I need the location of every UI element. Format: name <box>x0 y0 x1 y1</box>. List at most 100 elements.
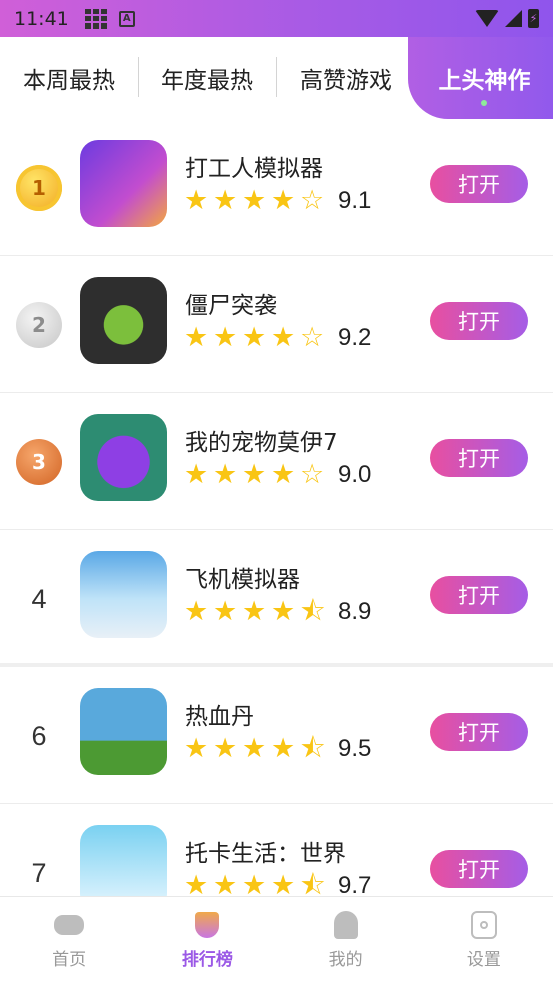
tab-top-liked[interactable]: 高赞游戏 <box>276 37 416 119</box>
game-name[interactable]: 打工人模拟器 <box>185 149 323 183</box>
open-game-button[interactable]: 打开 <box>430 576 528 614</box>
bronze-medal-icon: 3 <box>16 439 62 485</box>
star-full-icon: ★ <box>213 459 238 490</box>
rating-score: 9.1 <box>338 187 372 214</box>
game-name[interactable]: 飞机模拟器 <box>185 560 300 594</box>
ghost-icon <box>331 911 361 939</box>
open-game-button[interactable]: 打开 <box>430 302 528 340</box>
rank-indicator: 4 <box>14 574 64 624</box>
star-rating: ★ ★ ★ ★ ⯪ <box>184 870 326 901</box>
gamepad-icon <box>54 911 85 939</box>
star-full-icon: ★ <box>213 322 238 353</box>
star-empty-icon: ☆ <box>300 322 325 353</box>
game-name[interactable]: 我的宠物莫伊7 <box>185 423 338 457</box>
star-full-icon: ★ <box>184 322 209 353</box>
nav-label: 设置 <box>466 950 501 970</box>
rating-score: 9.5 <box>338 735 372 762</box>
nav-label: 排行榜 <box>181 950 233 970</box>
game-row[interactable]: 2 僵尸突袭 ★ ★ ★ ★ ☆ 9.2 打开 <box>0 256 553 393</box>
status-right: ⚡ <box>475 9 539 28</box>
star-empty-icon: ☆ <box>300 185 325 216</box>
status-bar: 11:41 A ⚡ <box>0 0 553 37</box>
game-icon-airplane[interactable] <box>80 551 167 638</box>
star-full-icon: ★ <box>213 733 238 764</box>
rank-indicator: 1 <box>14 163 64 213</box>
rank-number: 7 <box>31 857 47 888</box>
game-name[interactable]: 托卡生活：世界 <box>185 834 346 868</box>
a-badge-icon: A <box>118 10 135 27</box>
star-full-icon: ★ <box>184 870 209 901</box>
rank-indicator: 3 <box>14 437 64 487</box>
ranking-tabs: 本周最热 年度最热 高赞游戏 上头神作 <box>0 37 553 119</box>
grid-icon <box>84 8 107 29</box>
tab-weekly-hot[interactable]: 本周最热 <box>0 37 138 119</box>
star-rating: ★ ★ ★ ★ ⯪ <box>184 596 326 627</box>
settings-icon <box>469 911 499 939</box>
star-full-icon: ★ <box>184 596 209 627</box>
tab-yearly-hot[interactable]: 年度最热 <box>138 37 276 119</box>
star-full-icon: ★ <box>242 733 267 764</box>
rating-score: 9.2 <box>338 324 372 351</box>
nav-ranking[interactable]: 排行榜 <box>138 897 276 984</box>
star-half-icon: ⯪ <box>300 596 326 627</box>
star-full-icon: ★ <box>213 596 238 627</box>
game-row[interactable]: 6 热血丹 ★ ★ ★ ★ ⯪ 9.5 打开 <box>0 667 553 804</box>
game-name[interactable]: 热血丹 <box>185 697 254 731</box>
open-game-button[interactable]: 打开 <box>430 713 528 751</box>
tab-addictive-hits[interactable]: 上头神作 <box>408 37 553 119</box>
open-game-button[interactable]: 打开 <box>430 850 528 888</box>
star-full-icon: ★ <box>271 596 296 627</box>
silver-medal-icon: 2 <box>16 302 62 348</box>
game-name[interactable]: 僵尸突袭 <box>185 286 277 320</box>
star-full-icon: ★ <box>242 459 267 490</box>
game-icon-moy[interactable] <box>80 414 167 501</box>
star-rating: ★ ★ ★ ★ ☆ <box>184 322 325 353</box>
nav-mine[interactable]: 我的 <box>277 897 415 984</box>
bottom-nav: 首页 排行榜 我的 设置 <box>0 896 553 984</box>
star-full-icon: ★ <box>184 733 209 764</box>
rank-indicator: 6 <box>14 711 64 761</box>
star-full-icon: ★ <box>271 459 296 490</box>
star-full-icon: ★ <box>242 322 267 353</box>
nav-label: 我的 <box>328 950 363 970</box>
open-game-button[interactable]: 打开 <box>430 165 528 203</box>
nav-settings[interactable]: 设置 <box>415 897 553 984</box>
star-full-icon: ★ <box>184 185 209 216</box>
gold-medal-icon: 1 <box>16 165 62 211</box>
active-tab-indicator <box>481 100 487 106</box>
star-full-icon: ★ <box>271 185 296 216</box>
game-ranking-list: 1 打工人模拟器 ★ ★ ★ ★ ☆ 9.1 打开 2 僵尸突袭 ★ ★ ★ ★ ☆ 9.2 打开 3 我的宠物莫伊7… <box>0 119 553 941</box>
star-full-icon: ★ <box>242 870 267 901</box>
star-rating: ★ ★ ★ ★ ☆ <box>184 185 325 216</box>
star-full-icon: ★ <box>213 870 238 901</box>
signal-icon <box>505 10 522 27</box>
star-full-icon: ★ <box>271 733 296 764</box>
star-full-icon: ★ <box>271 322 296 353</box>
open-game-button[interactable]: 打开 <box>430 439 528 477</box>
game-row[interactable]: 3 我的宠物莫伊7 ★ ★ ★ ★ ☆ 9.0 打开 <box>0 393 553 530</box>
nav-home[interactable]: 首页 <box>0 897 138 984</box>
rating-score: 9.0 <box>338 461 372 488</box>
game-icon-runner[interactable] <box>80 140 167 227</box>
wifi-icon <box>475 10 499 27</box>
star-half-icon: ⯪ <box>300 733 326 764</box>
rank-number: 4 <box>31 583 47 614</box>
game-icon-dan[interactable] <box>80 688 167 775</box>
star-rating: ★ ★ ★ ★ ☆ <box>184 459 325 490</box>
rank-indicator: 7 <box>14 848 64 898</box>
star-rating: ★ ★ ★ ★ ⯪ <box>184 733 326 764</box>
rank-number: 6 <box>31 720 47 751</box>
game-icon-zombie[interactable] <box>80 277 167 364</box>
nav-label: 首页 <box>52 950 87 970</box>
star-half-icon: ⯪ <box>300 870 326 901</box>
star-full-icon: ★ <box>213 185 238 216</box>
game-row[interactable]: 4 飞机模拟器 ★ ★ ★ ★ ⯪ 8.9 打开 <box>0 530 553 667</box>
star-empty-icon: ☆ <box>300 459 325 490</box>
star-full-icon: ★ <box>242 596 267 627</box>
battery-icon: ⚡ <box>528 9 539 28</box>
rating-score: 8.9 <box>338 598 372 625</box>
game-row[interactable]: 1 打工人模拟器 ★ ★ ★ ★ ☆ 9.1 打开 <box>0 119 553 256</box>
trophy-icon <box>192 911 222 939</box>
star-full-icon: ★ <box>242 185 267 216</box>
rank-indicator: 2 <box>14 300 64 350</box>
